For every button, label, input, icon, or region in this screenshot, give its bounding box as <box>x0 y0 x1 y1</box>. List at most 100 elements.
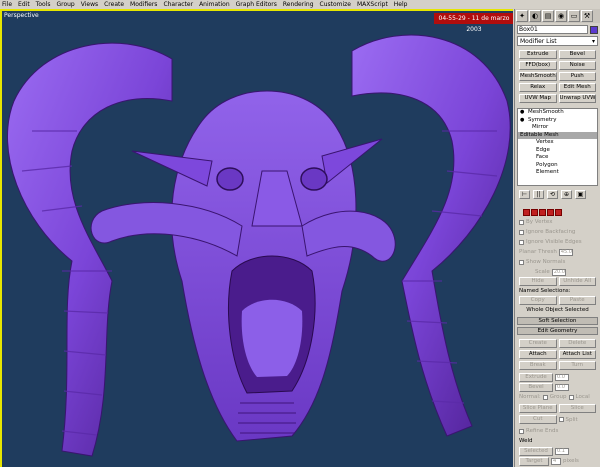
stack-item-face[interactable]: Face <box>518 154 597 162</box>
utilities-icon[interactable]: ⚒ <box>581 10 593 22</box>
split-checkbox[interactable] <box>558 417 564 422</box>
make-unique-icon[interactable]: ⟲ <box>547 189 558 199</box>
stack-item-vertex[interactable]: Vertex <box>518 139 597 147</box>
edge-icon[interactable] <box>531 208 538 216</box>
configure-sets-icon[interactable]: ▣ <box>575 189 586 199</box>
modifier-list-dropdown[interactable]: Modifier List ▾ <box>517 36 598 46</box>
stack-item-editable-mesh[interactable]: Editable Mesh <box>518 131 597 139</box>
slice-plane-button[interactable]: Slice Plane <box>519 404 557 413</box>
group-radio[interactable] <box>542 394 548 400</box>
ignore-backfacing-checkbox[interactable] <box>519 229 524 235</box>
stack-item-symmetry[interactable]: ● Symmetry <box>518 117 597 125</box>
extrude-spinner[interactable]: 0.0 <box>555 373 569 381</box>
weld-selected-row: Selected 0.1 <box>515 446 600 456</box>
command-panel: ✦ ◐ ▤ ◉ ▭ ⚒ Box01 Modifier List ▾ Extrud… <box>514 9 600 467</box>
break-button[interactable]: Break <box>519 361 557 370</box>
element-icon[interactable] <box>555 208 562 216</box>
normal-row: Normal: Group Local <box>515 392 600 402</box>
perspective-viewport[interactable]: Perspective 04-55-29 - 11 de marzo 2003 <box>0 9 513 467</box>
menu-file[interactable]: File <box>2 0 12 9</box>
stack-item-element[interactable]: Element <box>518 169 597 177</box>
menu-maxscript[interactable]: MAXScript <box>357 0 388 9</box>
turn-button[interactable]: Turn <box>558 361 596 370</box>
object-name-field[interactable]: Box01 <box>517 25 588 34</box>
ignore-visible-edges-checkbox[interactable] <box>519 239 524 245</box>
soft-selection-rollout[interactable]: Soft Selection <box>517 317 598 325</box>
local-radio[interactable] <box>568 394 574 400</box>
weld-selected-button[interactable]: Selected <box>519 446 553 456</box>
uvw-map-button[interactable]: UVW Map <box>519 94 557 103</box>
push-button[interactable]: Push <box>558 72 596 81</box>
display-icon[interactable]: ▭ <box>568 10 580 22</box>
hide-button[interactable]: Hide <box>519 277 557 286</box>
show-normals-checkbox[interactable] <box>519 259 524 265</box>
by-vertex-checkbox[interactable] <box>519 219 524 225</box>
create-button[interactable]: Create <box>519 339 557 348</box>
unwrap-uvw-button[interactable]: Unwrap UVW <box>558 94 596 103</box>
face-icon[interactable] <box>539 208 546 216</box>
stack-item-meshsmooth[interactable]: ● MeshSmooth <box>518 109 597 117</box>
scale-spinner[interactable]: 20.0 <box>551 268 566 276</box>
menu-edit[interactable]: Edit <box>18 0 30 9</box>
weld-target-button[interactable]: Target <box>519 456 549 466</box>
viewport-label[interactable]: Perspective <box>4 12 39 19</box>
slice-button[interactable]: Slice <box>558 404 596 413</box>
menu-tools[interactable]: Tools <box>36 0 51 9</box>
whole-object-selected-text: Whole Object Selected <box>526 307 589 313</box>
copy-button[interactable]: Copy <box>519 296 557 305</box>
refine-ends-checkbox[interactable] <box>519 428 524 434</box>
relax-button[interactable]: Relax <box>519 83 557 92</box>
modify-icon[interactable]: ◐ <box>529 10 541 22</box>
bevel-button[interactable]: Bevel <box>519 382 553 392</box>
delete-button[interactable]: Delete <box>558 339 596 348</box>
paste-button[interactable]: Paste <box>558 296 596 305</box>
menu-animation[interactable]: Animation <box>199 0 230 9</box>
menu-help[interactable]: Help <box>394 0 408 9</box>
create-icon[interactable]: ✦ <box>516 10 528 22</box>
edit-geometry-rollout[interactable]: Edit Geometry <box>517 327 598 335</box>
weld-selected-spinner[interactable]: 0.1 <box>555 447 569 455</box>
weld-target-spinner[interactable]: 4 <box>551 457 561 465</box>
noise-button[interactable]: Noise <box>558 61 596 70</box>
stack-item-polygon[interactable]: Polygon <box>518 162 597 170</box>
weld-target-row: Target 4 pixels <box>515 456 600 466</box>
ffd-box-button[interactable]: FFD(box) <box>519 61 557 70</box>
meshsmooth-button[interactable]: MeshSmooth <box>519 72 557 81</box>
menu-views[interactable]: Views <box>81 0 98 9</box>
menu-rendering[interactable]: Rendering <box>283 0 314 9</box>
stack-toolbar: ⊢ || ⟲ ⊕ ▣ <box>515 189 600 199</box>
by-vertex-row: By Vertex <box>515 217 600 227</box>
hierarchy-icon[interactable]: ▤ <box>542 10 554 22</box>
pin-stack-icon[interactable]: ⊢ <box>519 189 530 199</box>
menu-graph-editors[interactable]: Graph Editors <box>236 0 277 9</box>
menu-customize[interactable]: Customize <box>320 0 352 9</box>
show-end-result-icon[interactable]: || <box>533 189 544 199</box>
planar-thresh-spinner[interactable]: 45.0 <box>558 248 573 256</box>
attach-list-button[interactable]: Attach List <box>558 350 596 359</box>
unhide-all-button[interactable]: Unhide All <box>558 277 596 286</box>
bevel-spinner[interactable]: 0.0 <box>555 383 569 391</box>
motion-icon[interactable]: ◉ <box>555 10 567 22</box>
menu-character[interactable]: Character <box>163 0 193 9</box>
menu-group[interactable]: Group <box>56 0 74 9</box>
cut-button[interactable]: Cut <box>519 415 557 424</box>
lightbulb-icon[interactable]: ● <box>520 109 524 117</box>
ignore-visible-edges-label: Ignore Visible Edges <box>526 239 582 245</box>
vertex-icon[interactable] <box>523 208 530 216</box>
bevel-modifier-button[interactable]: Bevel <box>558 50 596 59</box>
menu-create[interactable]: Create <box>104 0 124 9</box>
demon-mask-model <box>6 34 511 457</box>
object-color-swatch[interactable] <box>590 25 598 34</box>
menu-modifiers[interactable]: Modifiers <box>130 0 157 9</box>
extrude-modifier-button[interactable]: Extrude <box>519 50 557 59</box>
attach-button[interactable]: Attach <box>519 350 557 359</box>
lightbulb-icon[interactable]: ● <box>520 117 524 125</box>
polygon-icon[interactable] <box>547 208 554 216</box>
extrude-button[interactable]: Extrude <box>519 372 553 382</box>
extrude-row: Extrude 0.0 <box>515 372 600 382</box>
stack-item-mirror[interactable]: Mirror <box>518 124 597 132</box>
edit-mesh-button[interactable]: Edit Mesh <box>558 83 596 92</box>
ignore-backfacing-label: Ignore Backfacing <box>526 229 576 235</box>
remove-modifier-icon[interactable]: ⊕ <box>561 189 572 199</box>
stack-item-edge[interactable]: Edge <box>518 147 597 155</box>
